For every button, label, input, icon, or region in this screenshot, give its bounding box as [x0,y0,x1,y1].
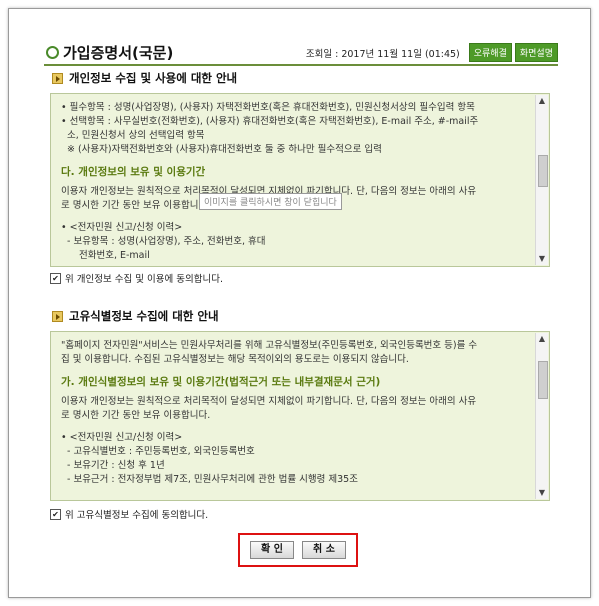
privacy-line: • 필수항목 : 성명(사업장명), (사용자) 자택전화번호(혹은 휴대전화번… [61,102,475,113]
list-item: • <전자민원 신고/신청 이력> [61,432,183,443]
action-buttons-highlight: 확 인 취 소 [238,533,358,567]
unique-id-paragraph: 이용자 개인정보는 원칙적으로 처리목적이 달성되면 지체없이 파기합니다. 단… [61,396,477,407]
unique-id-line: "홈페이지 전자민원"서비스는 민원사무처리를 위해 고유식별정보(주민등록번호… [61,340,478,351]
list-item: • <전자민원 신고/신청 이력> [61,222,183,233]
unique-id-notice-box[interactable]: "홈페이지 전자민원"서비스는 민원사무처리를 위해 고유식별정보(주민등록번호… [50,331,550,501]
page-title: 가입증명서(국문) [46,42,173,63]
list-item: 전화번호, E-mail [79,250,150,261]
list-item: - 고유식별번호 : 주민등록번호, 외국인등록번호 [67,446,255,457]
scroll-up-icon[interactable]: ▲ [536,333,548,345]
ring-icon [46,46,59,59]
list-item: - 보유항목 : 성명(사업장명), 주소, 전화번호, 휴대 [67,236,266,247]
page-header: 가입증명서(국문) 조회일 : 2017년 11월 11일 (01:45) 오류… [44,40,558,66]
scroll-thumb[interactable] [538,155,548,187]
privacy-line: ※ (사용자)자택전화번호와 (사용자)휴대전화번호 둘 중 하나만 필수적으로… [67,144,382,155]
section2-heading: 고유식별정보 수집에 대한 안내 [52,308,219,324]
scroll-down-icon[interactable]: ▼ [536,487,548,499]
section1-heading-text: 개인정보 수집 및 사용에 대한 안내 [69,71,238,85]
unique-id-notice-content: "홈페이지 전자민원"서비스는 민원사무처리를 위해 고유식별정보(주민등록번호… [61,339,531,487]
arrow-right-icon [52,310,63,322]
page-title-text: 가입증명서(국문) [63,44,174,62]
unique-id-agree-checkbox[interactable]: ✔ [50,508,61,520]
list-item: - 보유기간 : 신청 후 1년 [67,460,165,471]
scrollbar[interactable]: ▲ ▼ [535,95,548,265]
unique-id-line: 집 및 이용합니다. 수집된 고유식별정보는 해당 목적이외의 용도로는 이용되… [61,354,409,365]
privacy-agree-checkbox[interactable]: ✔ [50,272,61,284]
privacy-agree[interactable]: ✔ 위 개인정보 수집 및 이용에 동의합니다. [50,271,223,285]
privacy-agree-label: 위 개인정보 수집 및 이용에 동의합니다. [65,274,223,285]
section2-heading-text: 고유식별정보 수집에 대한 안내 [69,309,219,323]
close-hint-tooltip: 이미지를 클릭하시면 창이 닫힙니다 [199,193,342,210]
unique-id-agree-label: 위 고유식별정보 수집에 동의합니다. [65,510,209,521]
privacy-notice-content: • 필수항목 : 성명(사업장명), (사용자) 자택전화번호(혹은 휴대전화번… [61,101,531,263]
error-help-button[interactable]: 오류해결 [468,43,512,62]
scroll-thumb[interactable] [538,361,548,399]
scroll-down-icon[interactable]: ▼ [536,253,548,265]
privacy-line: 소, 민원신청서 상의 선택입력 항목 [67,130,205,141]
unique-id-agree[interactable]: ✔ 위 고유식별정보 수집에 동의합니다. [50,507,208,521]
arrow-right-icon [52,72,63,84]
scrollbar[interactable]: ▲ ▼ [535,333,548,499]
cancel-button[interactable]: 취 소 [302,541,346,559]
section1-heading: 개인정보 수집 및 사용에 대한 안내 [52,70,237,86]
privacy-notice-box[interactable]: • 필수항목 : 성명(사업장명), (사용자) 자택전화번호(혹은 휴대전화번… [50,93,550,267]
list-item: - 보유근거 : 전자정부법 제7조, 민원사무처리에 관한 법률 시행령 제3… [67,474,358,485]
confirm-button[interactable]: 확 인 [250,541,294,559]
unique-id-subtitle: 가. 개인식별정보의 보유 및 이용기간(법적근거 또는 내부결재문서 근거) [61,376,381,388]
unique-id-paragraph: 로 명시한 기간 동안 보유 이용합니다. [61,410,211,421]
query-date: 조회일 : 2017년 11월 11일 (01:45) [305,48,460,60]
privacy-subtitle: 다. 개인정보의 보유 및 이용기간 [61,166,206,178]
privacy-line: • 선택항목 : 사무실번호(전화번호), (사용자) 휴대전화번호(혹은 자택… [61,116,479,127]
header-meta: 조회일 : 2017년 11월 11일 (01:45) 오류해결 화면설명 [306,43,558,62]
scroll-up-icon[interactable]: ▲ [536,95,548,107]
screen-guide-button[interactable]: 화면설명 [514,43,558,62]
